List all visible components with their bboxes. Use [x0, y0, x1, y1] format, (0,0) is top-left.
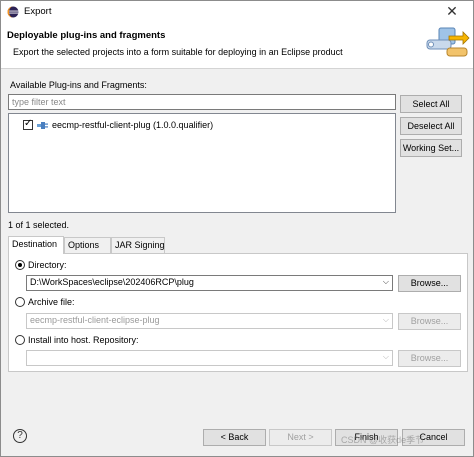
- repository-radio-row[interactable]: Install into host. Repository:: [15, 335, 139, 345]
- wizard-header: Deployable plug-ins and fragments Export…: [1, 23, 473, 69]
- directory-label: Directory:: [28, 260, 67, 270]
- directory-radio-row[interactable]: Directory:: [15, 260, 67, 270]
- plugin-filter-input[interactable]: [8, 94, 396, 110]
- window-title: Export: [24, 6, 52, 17]
- available-plugins-label: Available Plug-ins and Fragments:: [10, 80, 147, 90]
- archive-filename: eecmp-restful-client-eclipse-plug: [30, 315, 160, 325]
- radio-selected-dot: [18, 263, 22, 267]
- plugin-item-label: eecmp-restful-client-plug (1.0.0.qualifi…: [52, 120, 214, 130]
- archive-browse-button: Browse...: [398, 313, 461, 330]
- directory-radio[interactable]: [15, 260, 25, 270]
- selection-count: 1 of 1 selected.: [8, 220, 70, 230]
- wizard-page-title: Deployable plug-ins and fragments: [7, 30, 166, 41]
- plugin-checkbox[interactable]: ✓: [23, 118, 33, 130]
- chevron-down-icon: ⌵: [382, 352, 389, 361]
- directory-path: D:\WorkSpaces\eclipse\202406RCP\plug: [30, 277, 194, 287]
- archive-radio[interactable]: [15, 297, 25, 307]
- archive-combo: eecmp-restful-client-eclipse-plug ⌵: [26, 313, 393, 329]
- archive-label: Archive file:: [28, 297, 75, 307]
- repository-radio[interactable]: [15, 335, 25, 345]
- wizard-page-description: Export the selected projects into a form…: [13, 47, 343, 57]
- repository-browse-button: Browse...: [398, 350, 461, 367]
- watermark: CSDN @收获de季节: [341, 435, 425, 445]
- export-dialog: Export ✕ Deployable plug-ins and fragmen…: [0, 0, 474, 457]
- repository-combo: ⌵: [26, 350, 393, 366]
- export-plugin-wizard-icon: [426, 27, 470, 57]
- checkmark-icon: ✓: [24, 118, 33, 129]
- working-set-button[interactable]: Working Set...: [400, 139, 462, 157]
- select-all-button[interactable]: Select All: [400, 95, 462, 113]
- next-button: Next >: [269, 429, 332, 446]
- plugin-list[interactable]: ✓ eecmp-restful-client-plug (1.0.0.quali…: [8, 113, 396, 213]
- chevron-down-icon: ⌵: [382, 315, 389, 324]
- tab-destination[interactable]: Destination: [8, 236, 64, 254]
- list-item[interactable]: ✓ eecmp-restful-client-plug (1.0.0.quali…: [23, 118, 213, 132]
- chevron-down-icon[interactable]: ⌵: [383, 277, 389, 287]
- repository-label: Install into host. Repository:: [28, 335, 139, 345]
- deselect-all-button[interactable]: Deselect All: [400, 117, 462, 135]
- help-icon[interactable]: ?: [13, 429, 27, 443]
- close-button[interactable]: ✕: [439, 2, 465, 22]
- directory-combo[interactable]: D:\WorkSpaces\eclipse\202406RCP\plug ⌵: [26, 275, 393, 291]
- eclipse-icon: [7, 6, 19, 18]
- plugin-icon: [37, 121, 48, 129]
- tab-jar-signing[interactable]: JAR Signing: [111, 237, 165, 254]
- tab-options[interactable]: Options: [64, 237, 111, 254]
- title-bar: Export ✕: [1, 1, 473, 23]
- archive-radio-row[interactable]: Archive file:: [15, 297, 75, 307]
- back-button[interactable]: < Back: [203, 429, 266, 446]
- destination-panel: Directory: D:\WorkSpaces\eclipse\202406R…: [8, 253, 468, 372]
- directory-browse-button[interactable]: Browse...: [398, 275, 461, 292]
